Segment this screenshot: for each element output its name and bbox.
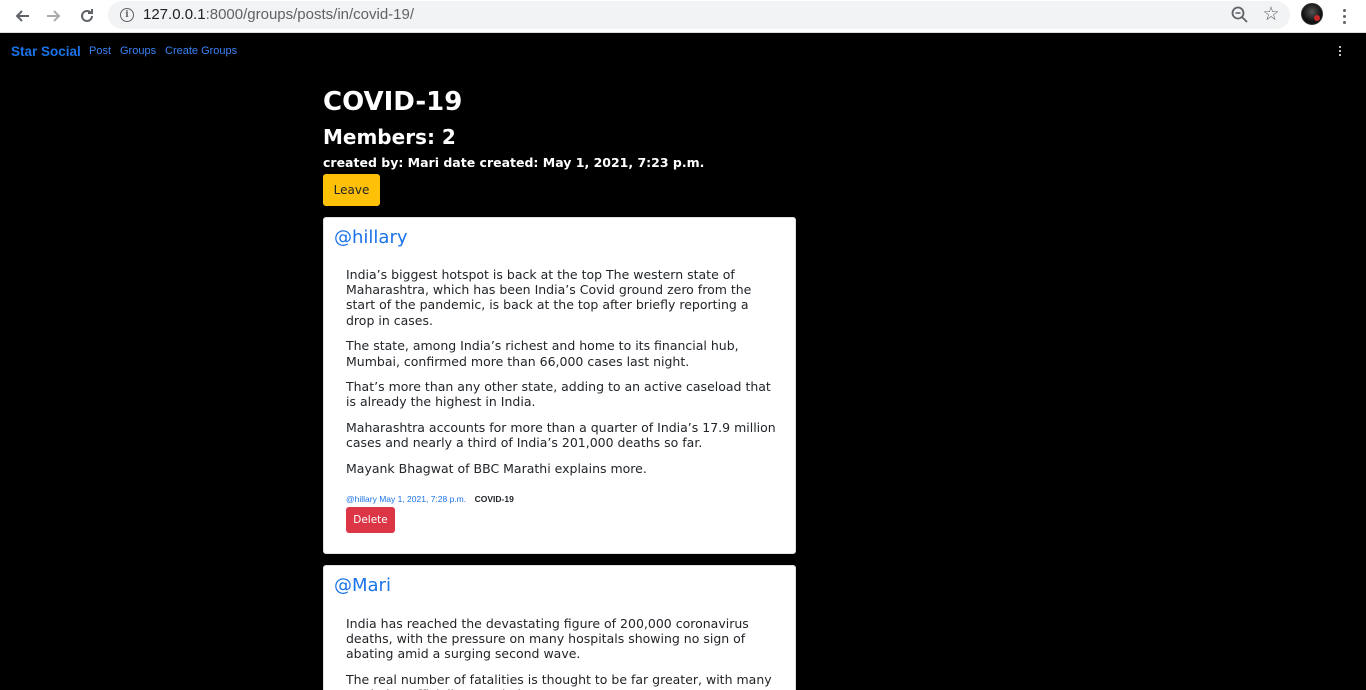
brand-link[interactable]: Star Social [11, 44, 81, 59]
app-navbar: Star Social Post Groups Create Groups [0, 33, 1366, 71]
post-paragraph: Maharashtra accounts for more than a qua… [346, 420, 776, 451]
post-author-link[interactable]: @Mari [334, 575, 391, 596]
post-paragraph: India has reached the devastating figure… [346, 616, 749, 662]
post-author-link[interactable]: @hillary [334, 227, 408, 248]
url-text: 127.0.0.1:8000/groups/posts/in/covid-19/ [143, 6, 415, 23]
nav-link-create-groups[interactable]: Create Groups [165, 45, 237, 57]
post-card: @Mari India has reached the devastating … [323, 565, 796, 690]
zoom-icon[interactable] [1230, 5, 1250, 25]
post-meta-group: COVID-19 [474, 494, 514, 504]
navbar-kebab-icon[interactable] [1339, 46, 1341, 56]
nav-link-post[interactable]: Post [89, 45, 111, 57]
profile-avatar[interactable] [1301, 3, 1323, 25]
nav-link-groups[interactable]: Groups [120, 45, 156, 57]
browser-toolbar: i 127.0.0.1:8000/groups/posts/in/covid-1… [0, 0, 1366, 33]
group-meta: created by: Mari date created: May 1, 20… [323, 155, 705, 170]
members-count: Members: 2 [323, 125, 456, 149]
delete-button[interactable]: Delete [346, 507, 395, 533]
browser-menu-icon[interactable] [1336, 5, 1352, 27]
post-paragraph: Mayank Bhagwat of BBC Marathi explains m… [346, 461, 647, 477]
post-paragraph: That’s more than any other state, adding… [346, 379, 771, 410]
address-bar[interactable]: i 127.0.0.1:8000/groups/posts/in/covid-1… [108, 1, 1290, 29]
post-body: India’s biggest hotspot is back at the t… [346, 267, 776, 487]
back-arrow-icon[interactable] [10, 5, 34, 27]
post-paragraph: India’s biggest hotspot is back at the t… [346, 267, 752, 328]
group-title: COVID-19 [323, 87, 463, 117]
bookmark-star-icon[interactable]: ☆ [1261, 3, 1281, 25]
forward-arrow-icon[interactable] [42, 5, 66, 27]
post-meta-author-link[interactable]: @hillary May 1, 2021, 7:28 p.m. [346, 494, 466, 504]
reload-icon[interactable] [75, 5, 99, 27]
info-icon[interactable]: i [120, 8, 134, 22]
post-body: India has reached the devastating figure… [346, 616, 776, 690]
post-meta: @hillary May 1, 2021, 7:28 p.m. COVID-19 [346, 489, 514, 507]
post-card: @hillary India’s biggest hotspot is back… [323, 217, 796, 554]
post-paragraph: The state, among India’s richest and hom… [346, 338, 739, 369]
leave-button[interactable]: Leave [323, 174, 380, 206]
post-paragraph: The real number of fatalities is thought… [346, 672, 772, 690]
